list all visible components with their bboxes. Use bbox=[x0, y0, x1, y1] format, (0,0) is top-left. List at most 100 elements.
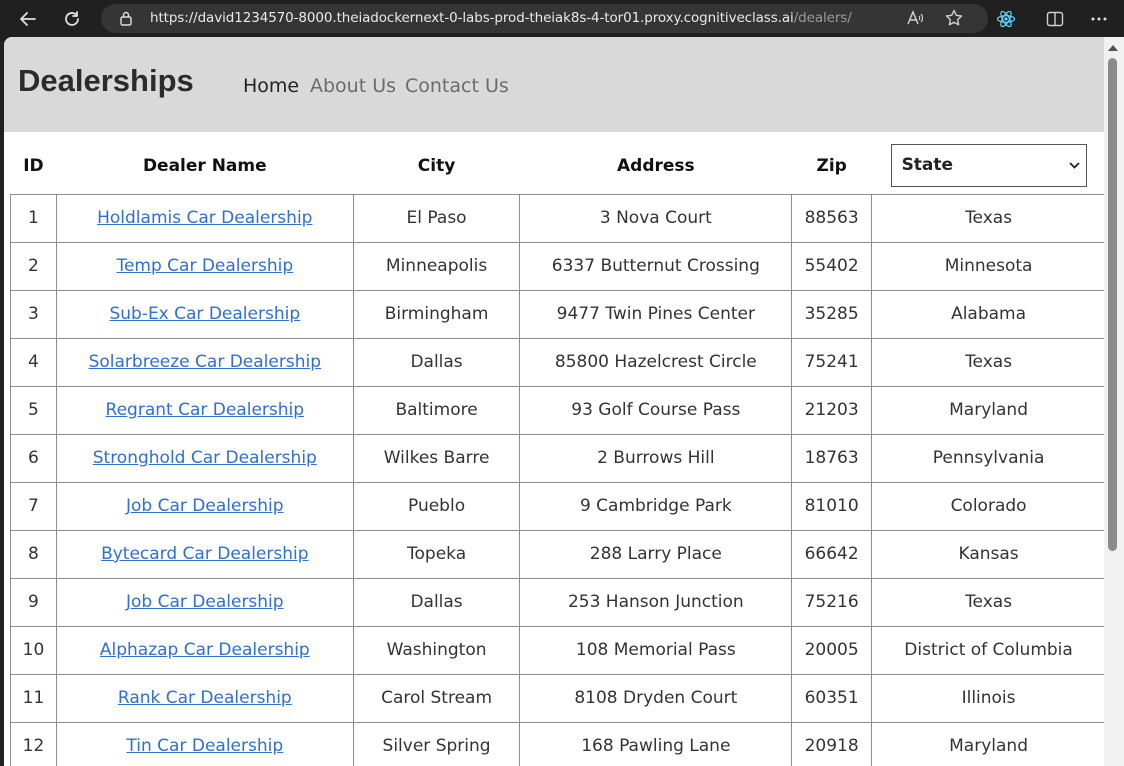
dealer-name-cell: Solarbreeze Car Dealership bbox=[55, 337, 354, 387]
dealer-city-cell: Dallas bbox=[352, 577, 521, 627]
dealer-address-cell: 253 Hanson Junction bbox=[519, 577, 793, 627]
dealer-name-cell: Bytecard Car Dealership bbox=[55, 529, 354, 579]
dealer-zip-cell: 35285 bbox=[791, 289, 873, 339]
dealer-state-cell: Colorado bbox=[871, 481, 1106, 531]
dealer-city-cell: Silver Spring bbox=[352, 721, 521, 766]
nav-home-link[interactable]: Home bbox=[243, 75, 299, 97]
nav-contact-link[interactable]: Contact Us bbox=[405, 75, 509, 97]
dealer-zip-cell: 66642 bbox=[791, 529, 873, 579]
table-row: 7 Job Car Dealership Pueblo 9 Cambridge Par… bbox=[10, 481, 1106, 531]
table-row: 11 Rank Car Dealership Carol Stream 8108 Dr… bbox=[10, 673, 1106, 723]
table-row: 5 Regrant Car Dealership Baltimore 93 Golf … bbox=[10, 385, 1106, 435]
address-bar[interactable]: https://david1234570-8000.theiadockernex… bbox=[101, 4, 988, 33]
dealer-state-cell: Illinois bbox=[871, 673, 1106, 723]
dealer-state-cell: Alabama bbox=[871, 289, 1106, 339]
chevron-down-icon bbox=[1068, 145, 1080, 186]
dealer-zip-cell: 75241 bbox=[791, 337, 873, 387]
dealer-id-cell: 1 bbox=[10, 193, 57, 243]
table-row: 3 Sub-Ex Car Dealership Birmingham 9477 Twi… bbox=[10, 289, 1106, 339]
scroll-up-arrow-icon[interactable] bbox=[1108, 45, 1118, 51]
dealer-state-cell: Texas bbox=[871, 337, 1106, 387]
dealer-name-link[interactable]: Solarbreeze Car Dealership bbox=[89, 352, 321, 372]
scrollbar-thumb[interactable] bbox=[1108, 58, 1117, 551]
read-aloud-button[interactable] bbox=[902, 5, 928, 31]
dealer-address-cell: 108 Memorial Pass bbox=[519, 625, 793, 675]
dealer-city-cell: Birmingham bbox=[352, 289, 521, 339]
split-screen-button[interactable] bbox=[1042, 6, 1068, 32]
reload-button[interactable] bbox=[58, 5, 86, 33]
dealer-name-cell: Sub-Ex Car Dealership bbox=[55, 289, 354, 339]
dealer-zip-cell: 18763 bbox=[791, 433, 873, 483]
dealer-city-cell: Pueblo bbox=[352, 481, 521, 531]
dealer-name-cell: Regrant Car Dealership bbox=[55, 385, 354, 435]
dealer-id-cell: 12 bbox=[10, 721, 57, 766]
dealer-name-link[interactable]: Bytecard Car Dealership bbox=[101, 544, 308, 564]
dealer-zip-cell: 21203 bbox=[791, 385, 873, 435]
dealer-id-cell: 11 bbox=[10, 673, 57, 723]
dealer-city-cell: El Paso bbox=[352, 193, 521, 243]
dealer-name-link[interactable]: Job Car Dealership bbox=[126, 496, 284, 516]
split-screen-icon bbox=[1046, 11, 1064, 27]
dealer-name-link[interactable]: Stronghold Car Dealership bbox=[93, 448, 317, 468]
state-filter-value: State bbox=[901, 155, 954, 176]
dealer-state-cell: Maryland bbox=[871, 721, 1106, 766]
dealer-address-cell: 85800 Hazelcrest Circle bbox=[519, 337, 793, 387]
dealer-address-cell: 93 Golf Course Pass bbox=[519, 385, 793, 435]
back-arrow-icon bbox=[20, 12, 36, 26]
column-header-id: ID bbox=[23, 155, 44, 176]
dealer-id-cell: 3 bbox=[10, 289, 57, 339]
dealer-name-link[interactable]: Sub-Ex Car Dealership bbox=[109, 304, 300, 324]
dealer-zip-cell: 20005 bbox=[791, 625, 873, 675]
dealer-id-cell: 2 bbox=[10, 241, 57, 291]
dealer-name-link[interactable]: Tin Car Dealership bbox=[126, 736, 283, 756]
dealer-state-cell: Maryland bbox=[871, 385, 1106, 435]
dealer-state-cell: Minnesota bbox=[871, 241, 1106, 291]
dealer-state-cell: District of Columbia bbox=[871, 625, 1106, 675]
state-filter-select[interactable]: State bbox=[890, 144, 1087, 188]
dealer-name-cell: Holdlamis Car Dealership bbox=[55, 193, 354, 243]
column-header-zip: Zip bbox=[816, 155, 847, 176]
browser-toolbar: https://david1234570-8000.theiadockernex… bbox=[0, 0, 1124, 37]
dealer-name-cell: Rank Car Dealership bbox=[55, 673, 354, 723]
more-menu-button[interactable] bbox=[1086, 6, 1112, 32]
url-path: /dealers/ bbox=[793, 10, 852, 26]
dealer-id-cell: 8 bbox=[10, 529, 57, 579]
react-icon bbox=[996, 10, 1016, 28]
dealer-city-cell: Dallas bbox=[352, 337, 521, 387]
react-devtools-button[interactable] bbox=[993, 6, 1019, 32]
reload-icon bbox=[65, 11, 79, 26]
dealer-zip-cell: 60351 bbox=[791, 673, 873, 723]
dealer-name-cell: Stronghold Car Dealership bbox=[55, 433, 354, 483]
more-dots-icon bbox=[1091, 17, 1107, 21]
dealer-state-cell: Texas bbox=[871, 577, 1106, 627]
dealer-name-link[interactable]: Regrant Car Dealership bbox=[106, 400, 305, 420]
brand-title: Dealerships bbox=[18, 63, 194, 98]
nav-about-link[interactable]: About Us bbox=[310, 75, 396, 97]
dealer-zip-cell: 81010 bbox=[791, 481, 873, 531]
dealer-id-cell: 4 bbox=[10, 337, 57, 387]
back-button[interactable] bbox=[14, 5, 42, 33]
dealer-name-link[interactable]: Rank Car Dealership bbox=[118, 688, 292, 708]
dealer-name-cell: Job Car Dealership bbox=[55, 481, 354, 531]
dealer-city-cell: Carol Stream bbox=[352, 673, 521, 723]
dealer-state-cell: Texas bbox=[871, 193, 1106, 243]
dealer-state-cell: Kansas bbox=[871, 529, 1106, 579]
dealer-name-link[interactable]: Temp Car Dealership bbox=[116, 256, 293, 276]
dealer-name-link[interactable]: Alphazap Car Dealership bbox=[100, 640, 310, 660]
column-header-city: City bbox=[417, 155, 456, 176]
favorite-button[interactable] bbox=[941, 5, 967, 31]
state-filter-cell: State bbox=[872, 138, 1106, 194]
table-row: 9 Job Car Dealership Dallas 253 Hanson Junc… bbox=[10, 577, 1106, 627]
dealer-id-cell: 7 bbox=[10, 481, 57, 531]
dealer-name-link[interactable]: Job Car Dealership bbox=[126, 592, 284, 612]
table-row: 12 Tin Car Dealership Silver Spring 168 Paw… bbox=[10, 721, 1106, 766]
dealer-address-cell: 9477 Twin Pines Center bbox=[519, 289, 793, 339]
column-header-address: Address bbox=[617, 155, 695, 176]
dealer-city-cell: Minneapolis bbox=[352, 241, 521, 291]
dealer-address-cell: 2 Burrows Hill bbox=[519, 433, 793, 483]
url-host: https://david1234570-8000.theiadockernex… bbox=[150, 10, 794, 26]
url-text: https://david1234570-8000.theiadockernex… bbox=[150, 10, 852, 26]
table-row: 2 Temp Car Dealership Minneapolis 6337 Butt… bbox=[10, 241, 1106, 291]
dealer-city-cell: Washington bbox=[352, 625, 521, 675]
dealer-name-link[interactable]: Holdlamis Car Dealership bbox=[97, 208, 312, 228]
